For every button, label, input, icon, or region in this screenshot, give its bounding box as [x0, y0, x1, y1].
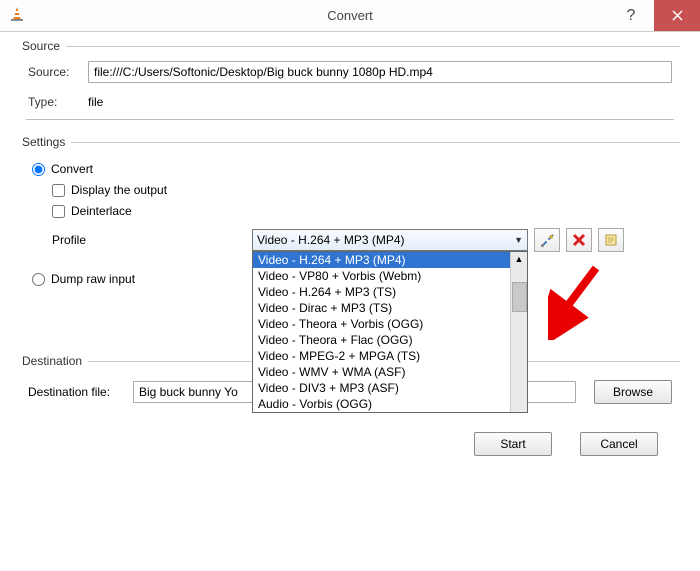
- browse-button[interactable]: Browse: [594, 380, 672, 404]
- profile-option[interactable]: Video - MPEG-2 + MPGA (TS): [253, 348, 510, 364]
- title-bar: Convert ?: [0, 0, 700, 32]
- profile-option[interactable]: Video - DIV3 + MP3 (ASF): [253, 380, 510, 396]
- new-icon: [604, 233, 618, 247]
- close-button[interactable]: [654, 0, 700, 31]
- destination-label: Destination file:: [28, 385, 133, 399]
- chevron-down-icon: ▼: [514, 235, 523, 245]
- source-label: Source:: [28, 65, 88, 79]
- profile-option[interactable]: Video - Dirac + MP3 (TS): [253, 300, 510, 316]
- settings-legend: Settings: [20, 135, 71, 149]
- source-group: Source Source: Type: file: [20, 46, 680, 130]
- profile-dropdown[interactable]: Video - H.264 + MP3 (MP4)Video - VP80 + …: [252, 251, 528, 413]
- profile-combobox[interactable]: Video - H.264 + MP3 (MP4) ▼: [252, 229, 528, 251]
- window-title: Convert: [327, 8, 373, 23]
- display-checkbox[interactable]: Display the output: [52, 183, 668, 197]
- delete-profile-button[interactable]: [566, 228, 592, 252]
- scroll-up-icon[interactable]: ▲: [515, 254, 524, 264]
- close-icon: [672, 10, 683, 21]
- deinterlace-checkbox[interactable]: Deinterlace: [52, 204, 668, 218]
- source-legend: Source: [20, 39, 66, 53]
- profile-option[interactable]: Video - WMV + WMA (ASF): [253, 364, 510, 380]
- cancel-button[interactable]: Cancel: [580, 432, 658, 456]
- profile-option[interactable]: Video - H.264 + MP3 (MP4): [253, 252, 510, 268]
- wrench-icon: [540, 233, 555, 248]
- profile-label: Profile: [52, 233, 252, 247]
- settings-group: Settings Convert Display the output Dein…: [20, 142, 680, 349]
- vlc-icon: [8, 5, 26, 26]
- edit-profile-button[interactable]: [534, 228, 560, 252]
- delete-icon: [572, 233, 586, 247]
- type-value: file: [88, 95, 103, 109]
- profile-option[interactable]: Audio - Vorbis (OGG): [253, 396, 510, 412]
- profile-option[interactable]: Video - Theora + Flac (OGG): [253, 332, 510, 348]
- type-label: Type:: [28, 95, 88, 109]
- profile-option[interactable]: Video - Theora + Vorbis (OGG): [253, 316, 510, 332]
- destination-legend: Destination: [20, 354, 88, 368]
- new-profile-button[interactable]: [598, 228, 624, 252]
- help-button[interactable]: ?: [608, 0, 654, 31]
- profile-option[interactable]: Video - H.264 + MP3 (TS): [253, 284, 510, 300]
- divider: [26, 119, 674, 120]
- start-button[interactable]: Start: [474, 432, 552, 456]
- scroll-thumb[interactable]: [512, 282, 527, 312]
- profile-option[interactable]: Video - VP80 + Vorbis (Webm): [253, 268, 510, 284]
- convert-radio[interactable]: Convert: [32, 162, 668, 176]
- source-input[interactable]: [88, 61, 672, 83]
- scrollbar[interactable]: ▲: [510, 252, 527, 412]
